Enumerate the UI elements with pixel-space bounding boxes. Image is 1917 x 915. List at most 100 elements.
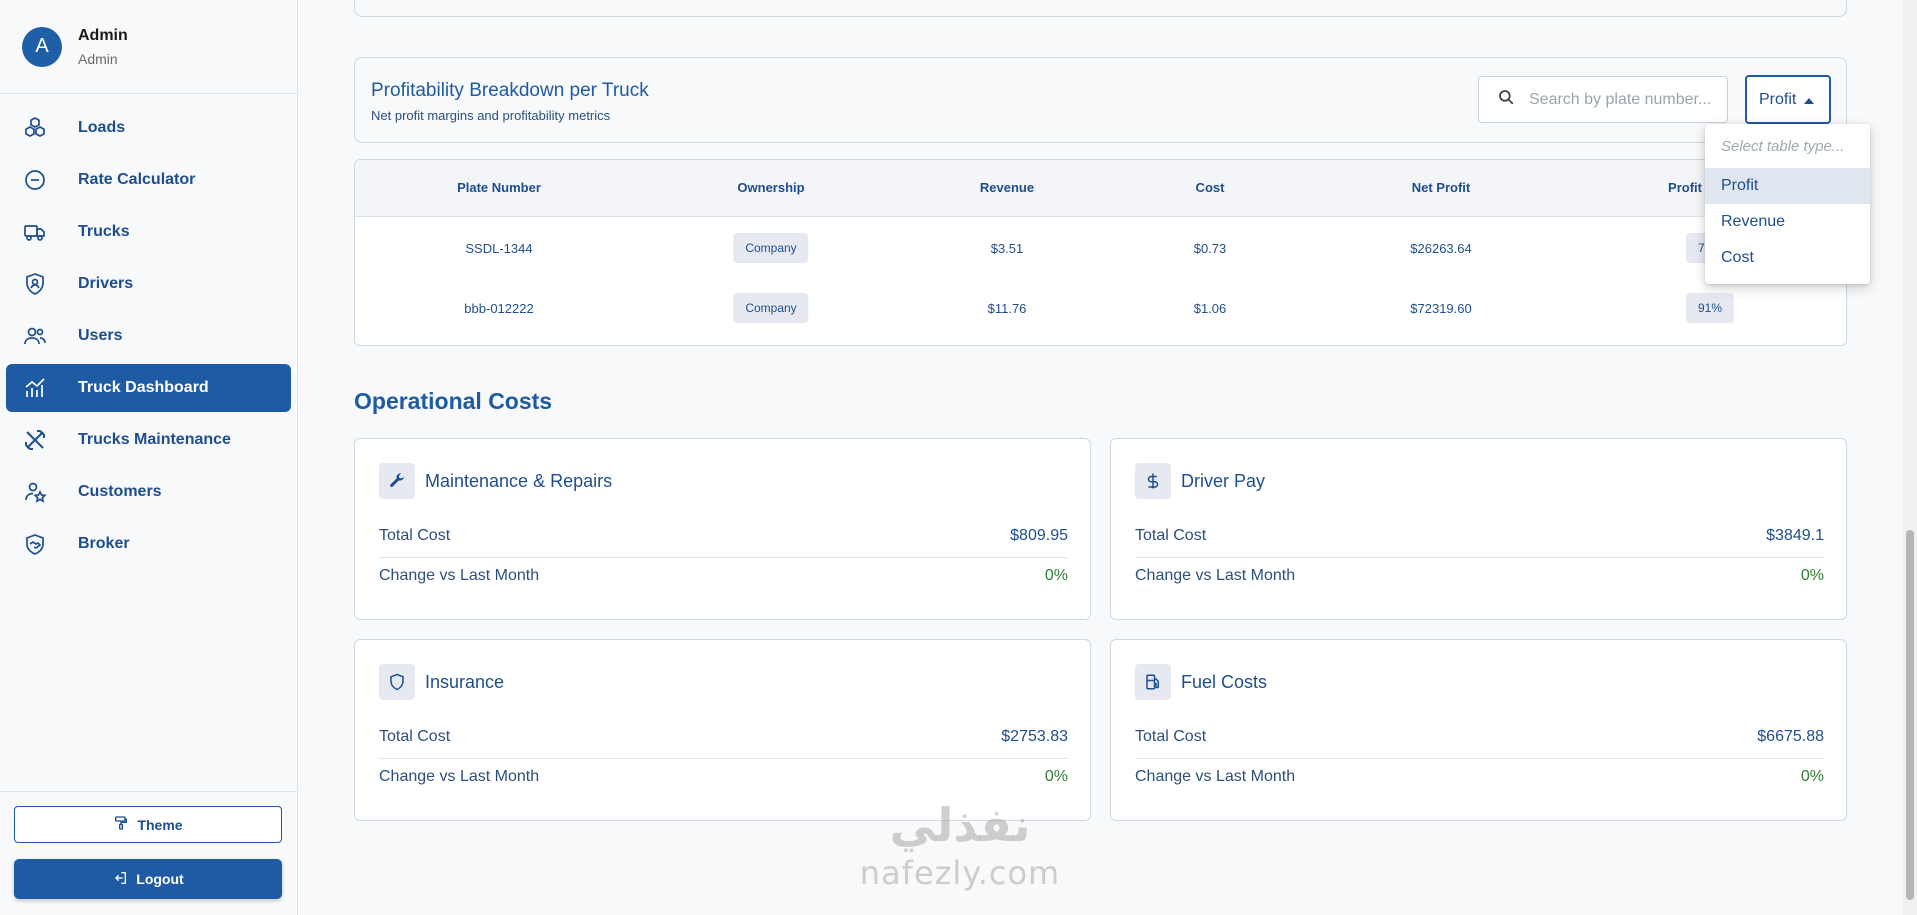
table-type-dropdown: Select table type... Profit Revenue Cost: [1705, 124, 1870, 284]
sidebar-item-users[interactable]: Users: [6, 312, 291, 360]
column-header[interactable]: Cost: [1196, 180, 1225, 195]
total-cost-label: Total Cost: [1135, 728, 1207, 745]
user-role: Admin: [78, 50, 118, 67]
cost-card-fuel: Fuel Costs Total Cost $6675.88 Change vs …: [1110, 639, 1847, 821]
sidebar-item-truck-dashboard[interactable]: Truck Dashboard: [6, 364, 291, 412]
column-header[interactable]: Ownership: [737, 180, 804, 195]
chart-icon: [22, 375, 48, 401]
ownership-badge: Company: [733, 293, 809, 323]
change-value: 0%: [1800, 768, 1824, 785]
change-label: Change vs Last Month: [1135, 768, 1296, 785]
theme-button-label: Theme: [137, 816, 183, 833]
user-name: Admin: [78, 26, 128, 44]
table-header: Plate Number Ownership Revenue Cost Net …: [355, 160, 1846, 217]
change-value: 0%: [1044, 768, 1068, 785]
sidebar: A Admin Admin Loads Rate Calculator Truc…: [0, 0, 298, 915]
theme-button[interactable]: Theme: [14, 806, 282, 843]
change-label: Change vs Last Month: [1135, 567, 1296, 584]
net-profit-cell: $72319.60: [1410, 301, 1472, 316]
cost-card-title: Fuel Costs: [1181, 671, 1268, 692]
dropdown-option-profit[interactable]: Profit: [1705, 168, 1870, 204]
driver-shield-icon: [22, 271, 48, 297]
sidebar-item-drivers[interactable]: Drivers: [6, 260, 291, 308]
total-cost-value: $2753.83: [1001, 728, 1068, 745]
main-content: Profitability Breakdown per Truck Net pr…: [299, 0, 1903, 915]
cost-card-driver-pay: Driver Pay Total Cost $3849.1 Change vs L…: [1110, 438, 1847, 620]
section-title: Profitability Breakdown per Truck: [371, 80, 649, 101]
total-cost-value: $809.95: [1010, 527, 1068, 544]
table-row[interactable]: SSDL-1344 Company $3.51 $0.73 $26263.64 …: [355, 217, 1846, 281]
total-cost-value: $3849.1: [1766, 527, 1824, 544]
dropdown-option-revenue[interactable]: Revenue: [1705, 204, 1870, 240]
sidebar-item-label: Drivers: [78, 275, 134, 292]
logout-icon: [112, 870, 128, 889]
revenue-cell: $11.76: [987, 301, 1027, 316]
dropdown-option-cost[interactable]: Cost: [1705, 240, 1870, 276]
page-scrollbar[interactable]: [1903, 0, 1917, 915]
sidebar-item-trucks[interactable]: Trucks: [6, 208, 291, 256]
total-cost-label: Total Cost: [379, 728, 451, 745]
cost-cell: $0.73: [1193, 241, 1227, 256]
column-header[interactable]: Net Profit: [1412, 180, 1471, 195]
revenue-cell: $3.51: [990, 241, 1024, 256]
table-type-select[interactable]: Profit: [1745, 75, 1831, 124]
dropdown-placeholder: Select table type...: [1721, 137, 1845, 155]
cost-card-maintenance: Maintenance & Repairs Total Cost $809.95 …: [354, 438, 1091, 620]
select-value: Profit: [1759, 90, 1797, 108]
ownership-badge: Company: [733, 233, 809, 263]
sidebar-item-label: Trucks Maintenance: [78, 431, 231, 448]
sidebar-item-label: Broker: [78, 535, 130, 552]
previous-card: [354, 0, 1847, 17]
net-profit-cell: $26263.64: [1410, 241, 1472, 256]
operational-costs-title: Operational Costs: [354, 388, 553, 414]
scrollbar-thumb[interactable]: [1906, 530, 1914, 900]
change-label: Change vs Last Month: [379, 567, 540, 584]
user-profile[interactable]: A Admin Admin: [0, 0, 297, 94]
watermark: نفذلي nafezly.com: [855, 800, 1065, 892]
sidebar-item-rate-calculator[interactable]: Rate Calculator: [6, 156, 291, 204]
change-label: Change vs Last Month: [379, 768, 540, 785]
cost-card-title: Maintenance & Repairs: [425, 470, 613, 491]
sidebar-item-trucks-maintenance[interactable]: Trucks Maintenance: [6, 416, 291, 464]
profit-percent-badge: 91%: [1685, 293, 1735, 323]
watermark-latin: nafezly.com: [859, 854, 1061, 892]
cost-card-insurance: Insurance Total Cost $2753.83 Change vs L…: [354, 639, 1091, 821]
avatar: A: [22, 26, 62, 67]
sidebar-item-label: Loads: [78, 119, 126, 136]
total-cost-value: $6675.88: [1757, 728, 1824, 745]
fuel-pump-icon: [1135, 664, 1171, 700]
column-header[interactable]: Revenue: [980, 180, 1034, 195]
sidebar-item-label: Users: [78, 327, 123, 344]
cost-card-title: Driver Pay: [1181, 470, 1266, 491]
truck-icon: [22, 219, 48, 245]
sidebar-item-loads[interactable]: Loads: [6, 104, 291, 152]
wrench-icon: [379, 463, 415, 499]
change-value: 0%: [1800, 567, 1824, 584]
shield-icon: [379, 664, 415, 700]
plate-cell: SSDL-1344: [465, 241, 533, 256]
watermark-arabic: نفذلي: [889, 798, 1031, 852]
cost-cell: $1.06: [1193, 301, 1227, 316]
total-cost-label: Total Cost: [379, 527, 451, 544]
sidebar-item-label: Truck Dashboard: [78, 379, 209, 396]
search-input[interactable]: [1529, 90, 1719, 109]
sidebar-item-broker[interactable]: Broker: [6, 520, 291, 568]
loads-icon: [22, 115, 48, 141]
plate-search[interactable]: [1478, 76, 1728, 123]
cost-card-title: Insurance: [425, 671, 505, 692]
sidebar-nav: Loads Rate Calculator Trucks Drivers Use…: [0, 104, 297, 568]
sidebar-item-label: Trucks: [78, 223, 130, 240]
tools-icon: [22, 427, 48, 453]
sidebar-item-customers[interactable]: Customers: [6, 468, 291, 516]
sidebar-item-label: Customers: [78, 483, 162, 500]
column-header[interactable]: Profit: [1668, 180, 1702, 195]
logout-button[interactable]: Logout: [14, 859, 282, 899]
sidebar-footer: Theme Logout: [0, 791, 297, 915]
customers-icon: [22, 479, 48, 505]
rate-calculator-icon: [22, 167, 48, 193]
total-cost-label: Total Cost: [1135, 527, 1207, 544]
plate-cell: bbb-012222: [464, 301, 534, 316]
table-row[interactable]: bbb-012222 Company $11.76 $1.06 $72319.6…: [355, 281, 1846, 345]
column-header[interactable]: Plate Number: [457, 180, 541, 195]
handshake-icon: [22, 531, 48, 557]
